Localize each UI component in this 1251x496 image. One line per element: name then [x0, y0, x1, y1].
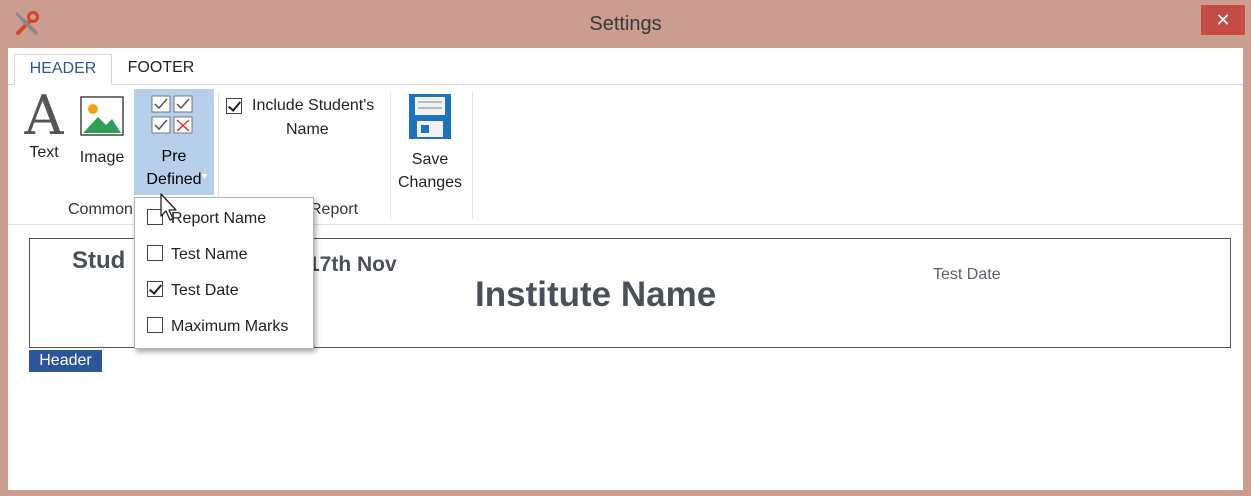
client-area: HEADER FOOTER A Text Image Pre Defined ▼…	[8, 48, 1243, 490]
dropdown-item-label: Report Name	[171, 210, 267, 227]
dropdown-item-label: Test Name	[171, 246, 248, 263]
title-bar[interactable]: Settings ✕	[0, 0, 1251, 48]
predefined-label-line1: Pre	[161, 148, 187, 165]
settings-window: Settings ✕ HEADER FOOTER A Text Image Pr…	[0, 0, 1251, 496]
tab-footer[interactable]: FOOTER	[118, 54, 204, 84]
close-icon: ✕	[1215, 10, 1231, 30]
test-name-checkbox[interactable]	[147, 245, 163, 261]
tab-strip: HEADER FOOTER	[8, 48, 1243, 85]
mouse-cursor-icon	[160, 193, 177, 221]
dropdown-item-maximum-marks[interactable]: Maximum Marks	[147, 316, 288, 340]
date-text[interactable]: 17th Nov	[308, 253, 397, 277]
test-date-checkbox[interactable]	[147, 281, 163, 297]
predefined-button[interactable]: Pre Defined ▼	[134, 89, 214, 195]
dropdown-item-label: Test Date	[171, 282, 239, 299]
include-student-name-checkbox[interactable]	[226, 98, 242, 114]
test-date-text[interactable]: Test Date	[933, 266, 1001, 284]
checklist-icon	[151, 95, 193, 134]
save-changes-button[interactable]: Save Changes	[394, 91, 466, 194]
include-student-name-label-line2: Name	[286, 121, 329, 138]
dropdown-arrow-icon: ▼	[200, 171, 209, 181]
group-label-report: Report	[310, 201, 359, 218]
institute-name-text[interactable]: Institute Name	[475, 275, 716, 315]
save-icon	[409, 94, 451, 139]
ribbon-separator	[472, 91, 473, 219]
section-badge: Header	[29, 350, 102, 372]
group-label-common: Common	[68, 201, 133, 218]
save-label-line2: Changes	[397, 174, 463, 191]
image-button[interactable]: Image	[74, 91, 130, 169]
include-student-name-label-line1: Include Student's	[252, 97, 375, 114]
maximum-marks-checkbox[interactable]	[147, 317, 163, 333]
dropdown-item-label: Maximum Marks	[171, 318, 289, 335]
save-label-line1: Save	[411, 151, 449, 168]
text-button[interactable]: A Text	[18, 84, 70, 164]
image-button-label: Image	[79, 149, 125, 166]
tab-header[interactable]: HEADER	[14, 54, 112, 85]
image-icon	[80, 96, 124, 136]
close-button[interactable]: ✕	[1201, 5, 1245, 35]
window-title: Settings	[589, 13, 662, 35]
student-name-text[interactable]: Stud	[72, 247, 125, 275]
text-icon: A	[24, 84, 64, 147]
ribbon-separator	[390, 91, 391, 219]
dropdown-item-test-name[interactable]: Test Name	[147, 244, 247, 268]
dropdown-item-test-date[interactable]: Test Date	[147, 280, 239, 304]
